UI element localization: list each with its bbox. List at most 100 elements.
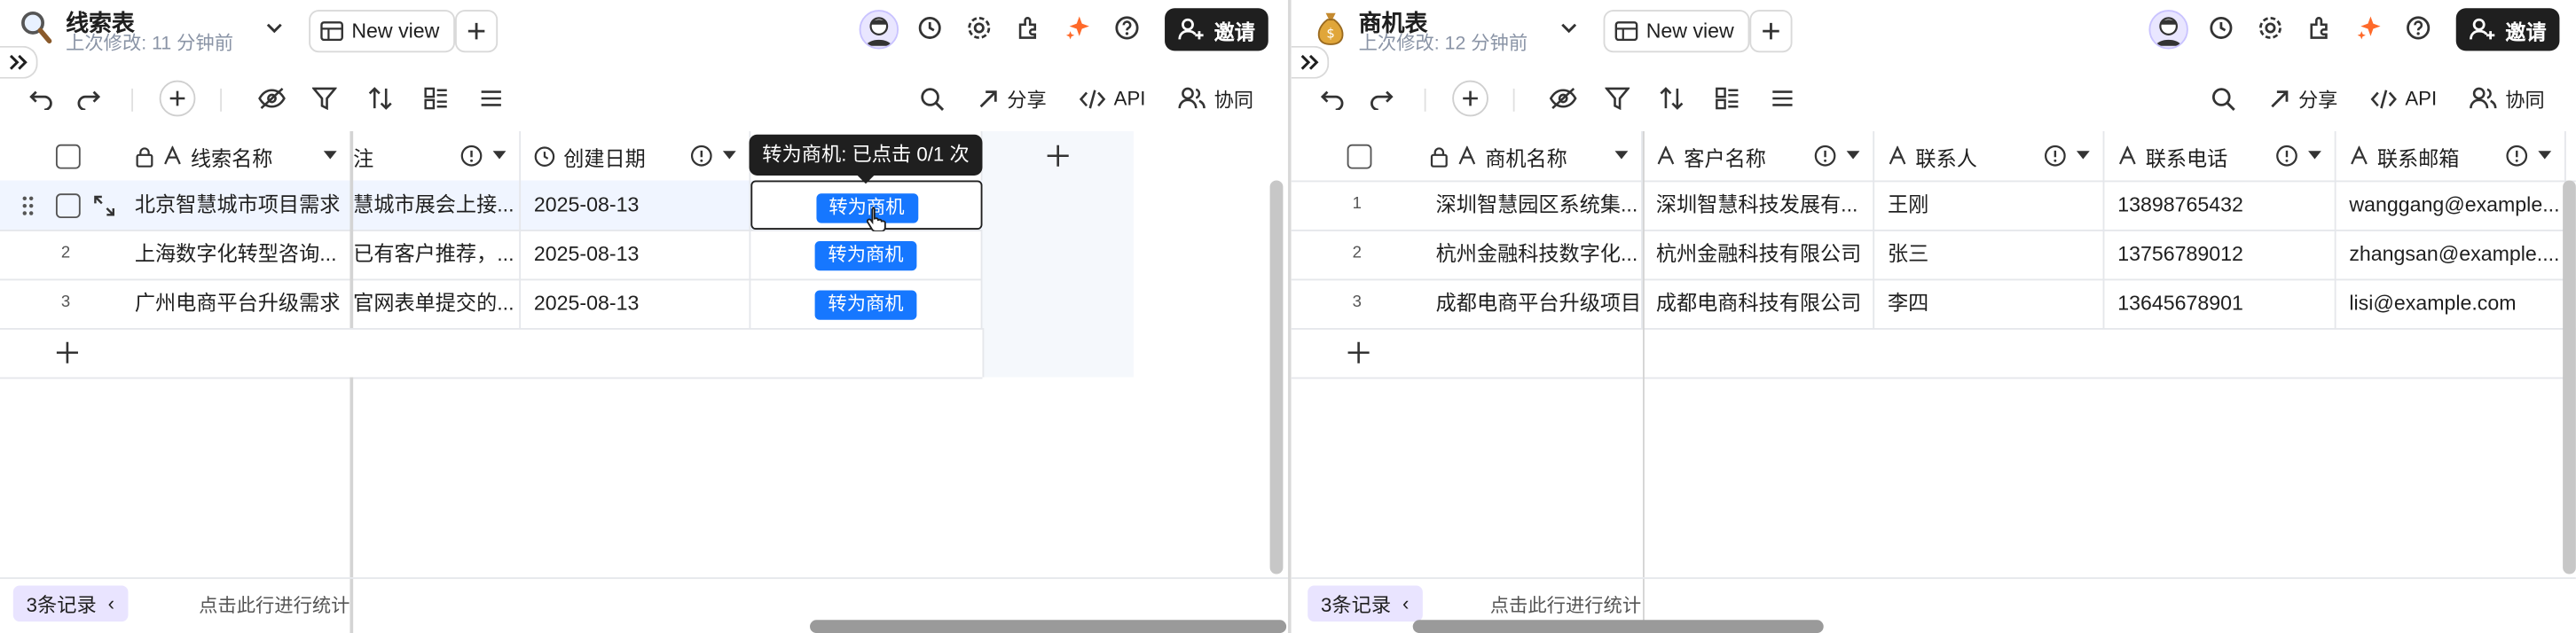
undo-icon[interactable] — [27, 82, 54, 115]
caret-down-icon[interactable] — [1614, 151, 1629, 160]
collaborate-button[interactable]: 协同 — [1178, 82, 1253, 115]
settings-icon[interactable] — [964, 13, 993, 43]
info-icon[interactable] — [690, 145, 713, 168]
lead-name-cell[interactable]: 广州电商平台升级需求 — [128, 278, 354, 328]
api-button[interactable]: API — [2370, 82, 2437, 115]
caret-down-icon[interactable] — [2538, 151, 2552, 160]
note-cell[interactable]: 已有客户推荐，... — [353, 230, 522, 279]
contact-cell[interactable]: 张三 — [1874, 230, 2105, 279]
record-count-badge[interactable]: 3条记录 ‹ — [1308, 585, 1423, 622]
info-icon[interactable] — [2044, 145, 2067, 168]
info-icon[interactable] — [460, 145, 483, 168]
row-checkbox[interactable] — [55, 193, 81, 219]
column-header-note[interactable]: 注 — [353, 131, 522, 181]
search-icon[interactable] — [2211, 82, 2236, 115]
customer-name-cell[interactable]: 深圳智慧科技发展有... — [1643, 180, 1875, 230]
avatar[interactable] — [2148, 10, 2188, 50]
lead-name-cell[interactable]: 上海数字化转型咨询... — [128, 230, 354, 279]
column-header-opportunity-name[interactable]: 商机名称 — [1423, 131, 1643, 181]
api-button[interactable]: API — [1079, 82, 1145, 115]
vertical-scrollbar[interactable] — [1269, 180, 1284, 574]
info-icon[interactable] — [2275, 145, 2298, 168]
add-record-button[interactable] — [1452, 80, 1488, 117]
select-all-checkbox[interactable] — [1347, 144, 1372, 169]
caret-down-icon[interactable] — [2308, 151, 2321, 160]
convert-cell[interactable]: 转为商机 — [750, 230, 983, 279]
ai-sparkle-icon[interactable] — [2354, 13, 2384, 43]
column-header-phone[interactable]: 联系电话 — [2104, 131, 2336, 181]
plus-icon[interactable] — [56, 341, 79, 364]
chevron-down-icon[interactable] — [1558, 17, 1581, 40]
info-icon[interactable] — [1814, 145, 1837, 168]
phone-cell[interactable]: 13898765432 — [2104, 180, 2336, 230]
table-row[interactable]: 3 广州电商平台升级需求 官网表单提交的... 2025-08-13 转为商机 — [0, 278, 983, 330]
new-view-button[interactable]: New view — [1603, 10, 1749, 53]
statistics-hint[interactable]: 点击此行进行统计 — [199, 592, 349, 619]
created-date-cell[interactable]: 2025-08-13 — [521, 180, 751, 230]
note-cell[interactable]: 慧城市展会上接... — [353, 180, 522, 230]
statistics-hint[interactable]: 点击此行进行统计 — [1490, 592, 1641, 619]
plugin-icon[interactable] — [1014, 13, 1043, 43]
row-height-icon[interactable] — [1771, 82, 1794, 115]
created-date-cell[interactable]: 2025-08-13 — [521, 230, 751, 279]
group-icon[interactable] — [1715, 82, 1740, 115]
undo-icon[interactable] — [1319, 82, 1346, 115]
vertical-scrollbar[interactable] — [2563, 180, 2576, 574]
help-icon[interactable] — [2403, 13, 2432, 43]
table-row[interactable]: 3 成都电商平台升级项目 成都电商科技有限公司 李四 13645678901 l… — [1291, 278, 2576, 330]
table-row[interactable]: 2 上海数字化转型咨询... 已有客户推荐，... 2025-08-13 转为商… — [0, 230, 983, 281]
phone-cell[interactable]: 13756789012 — [2104, 230, 2336, 279]
invite-button[interactable]: 邀请 — [2455, 8, 2560, 51]
help-icon[interactable] — [1112, 13, 1142, 43]
convert-cell[interactable]: 转为商机 — [750, 278, 983, 328]
settings-icon[interactable] — [2256, 13, 2285, 43]
select-all-checkbox[interactable] — [55, 144, 81, 169]
lead-name-cell[interactable]: 北京智慧城市项目需求 — [128, 180, 354, 230]
group-icon[interactable] — [424, 82, 449, 115]
table-row[interactable]: 2 杭州金融科技数字化... 杭州金融科技有限公司 张三 13756789012… — [1291, 230, 2576, 281]
add-record-button[interactable] — [159, 80, 196, 117]
hide-fields-icon[interactable] — [1549, 82, 1577, 115]
column-header-customer-name[interactable]: 客户名称 — [1643, 131, 1875, 181]
plugin-icon[interactable] — [2305, 13, 2334, 43]
created-date-cell[interactable]: 2025-08-13 — [521, 278, 751, 328]
share-button[interactable]: 分享 — [978, 82, 1047, 115]
share-button[interactable]: 分享 — [2269, 82, 2337, 115]
email-cell[interactable]: zhangsan@example.... — [2336, 230, 2566, 279]
table-row[interactable]: 北京智慧城市项目需求 慧城市展会上接... 2025-08-13 转为商机 — [0, 180, 983, 231]
history-icon[interactable] — [2206, 13, 2235, 43]
new-view-button[interactable]: New view — [309, 10, 455, 53]
caret-down-icon[interactable] — [492, 151, 507, 160]
avatar[interactable] — [859, 10, 899, 50]
record-count-badge[interactable]: 3条记录 ‹ — [12, 585, 128, 622]
chevron-down-icon[interactable] — [263, 17, 286, 40]
opportunity-name-cell[interactable]: 深圳智慧园区系统集... — [1423, 180, 1643, 230]
redo-icon[interactable] — [75, 82, 102, 115]
column-header-contact[interactable]: 联系人 — [1874, 131, 2105, 181]
convert-to-opportunity-button[interactable]: 转为商机 — [814, 290, 917, 320]
expand-sidebar-button[interactable] — [1291, 45, 1330, 79]
row-height-icon[interactable] — [480, 82, 503, 115]
column-header-created-date[interactable]: 创建日期 — [521, 131, 751, 181]
invite-button[interactable]: 邀请 — [1165, 8, 1268, 51]
caret-down-icon[interactable] — [1846, 151, 1860, 160]
expand-record-icon[interactable] — [94, 195, 115, 216]
contact-cell[interactable]: 李四 — [1874, 278, 2105, 328]
plus-icon[interactable] — [1347, 341, 1370, 364]
sort-icon[interactable] — [368, 82, 395, 115]
redo-icon[interactable] — [1369, 82, 1395, 115]
table-row[interactable]: 1 深圳智慧园区系统集... 深圳智慧科技发展有... 王刚 138987654… — [1291, 180, 2576, 231]
filter-icon[interactable] — [311, 82, 337, 115]
horizontal-scrollbar[interactable] — [1412, 620, 1824, 633]
drag-handle-icon[interactable] — [21, 195, 35, 216]
ai-sparkle-icon[interactable] — [1063, 13, 1092, 43]
expand-sidebar-button[interactable] — [0, 45, 38, 79]
note-cell[interactable]: 官网表单提交的... — [353, 278, 522, 328]
convert-to-opportunity-button[interactable]: 转为商机 — [814, 240, 917, 271]
opportunity-name-cell[interactable]: 杭州金融科技数字化... — [1423, 230, 1643, 279]
add-row[interactable] — [1291, 328, 2576, 379]
collaborate-button[interactable]: 协同 — [2470, 82, 2545, 115]
add-row[interactable] — [0, 328, 985, 379]
hide-fields-icon[interactable] — [258, 82, 286, 115]
email-cell[interactable]: lisi@example.com — [2336, 278, 2566, 328]
